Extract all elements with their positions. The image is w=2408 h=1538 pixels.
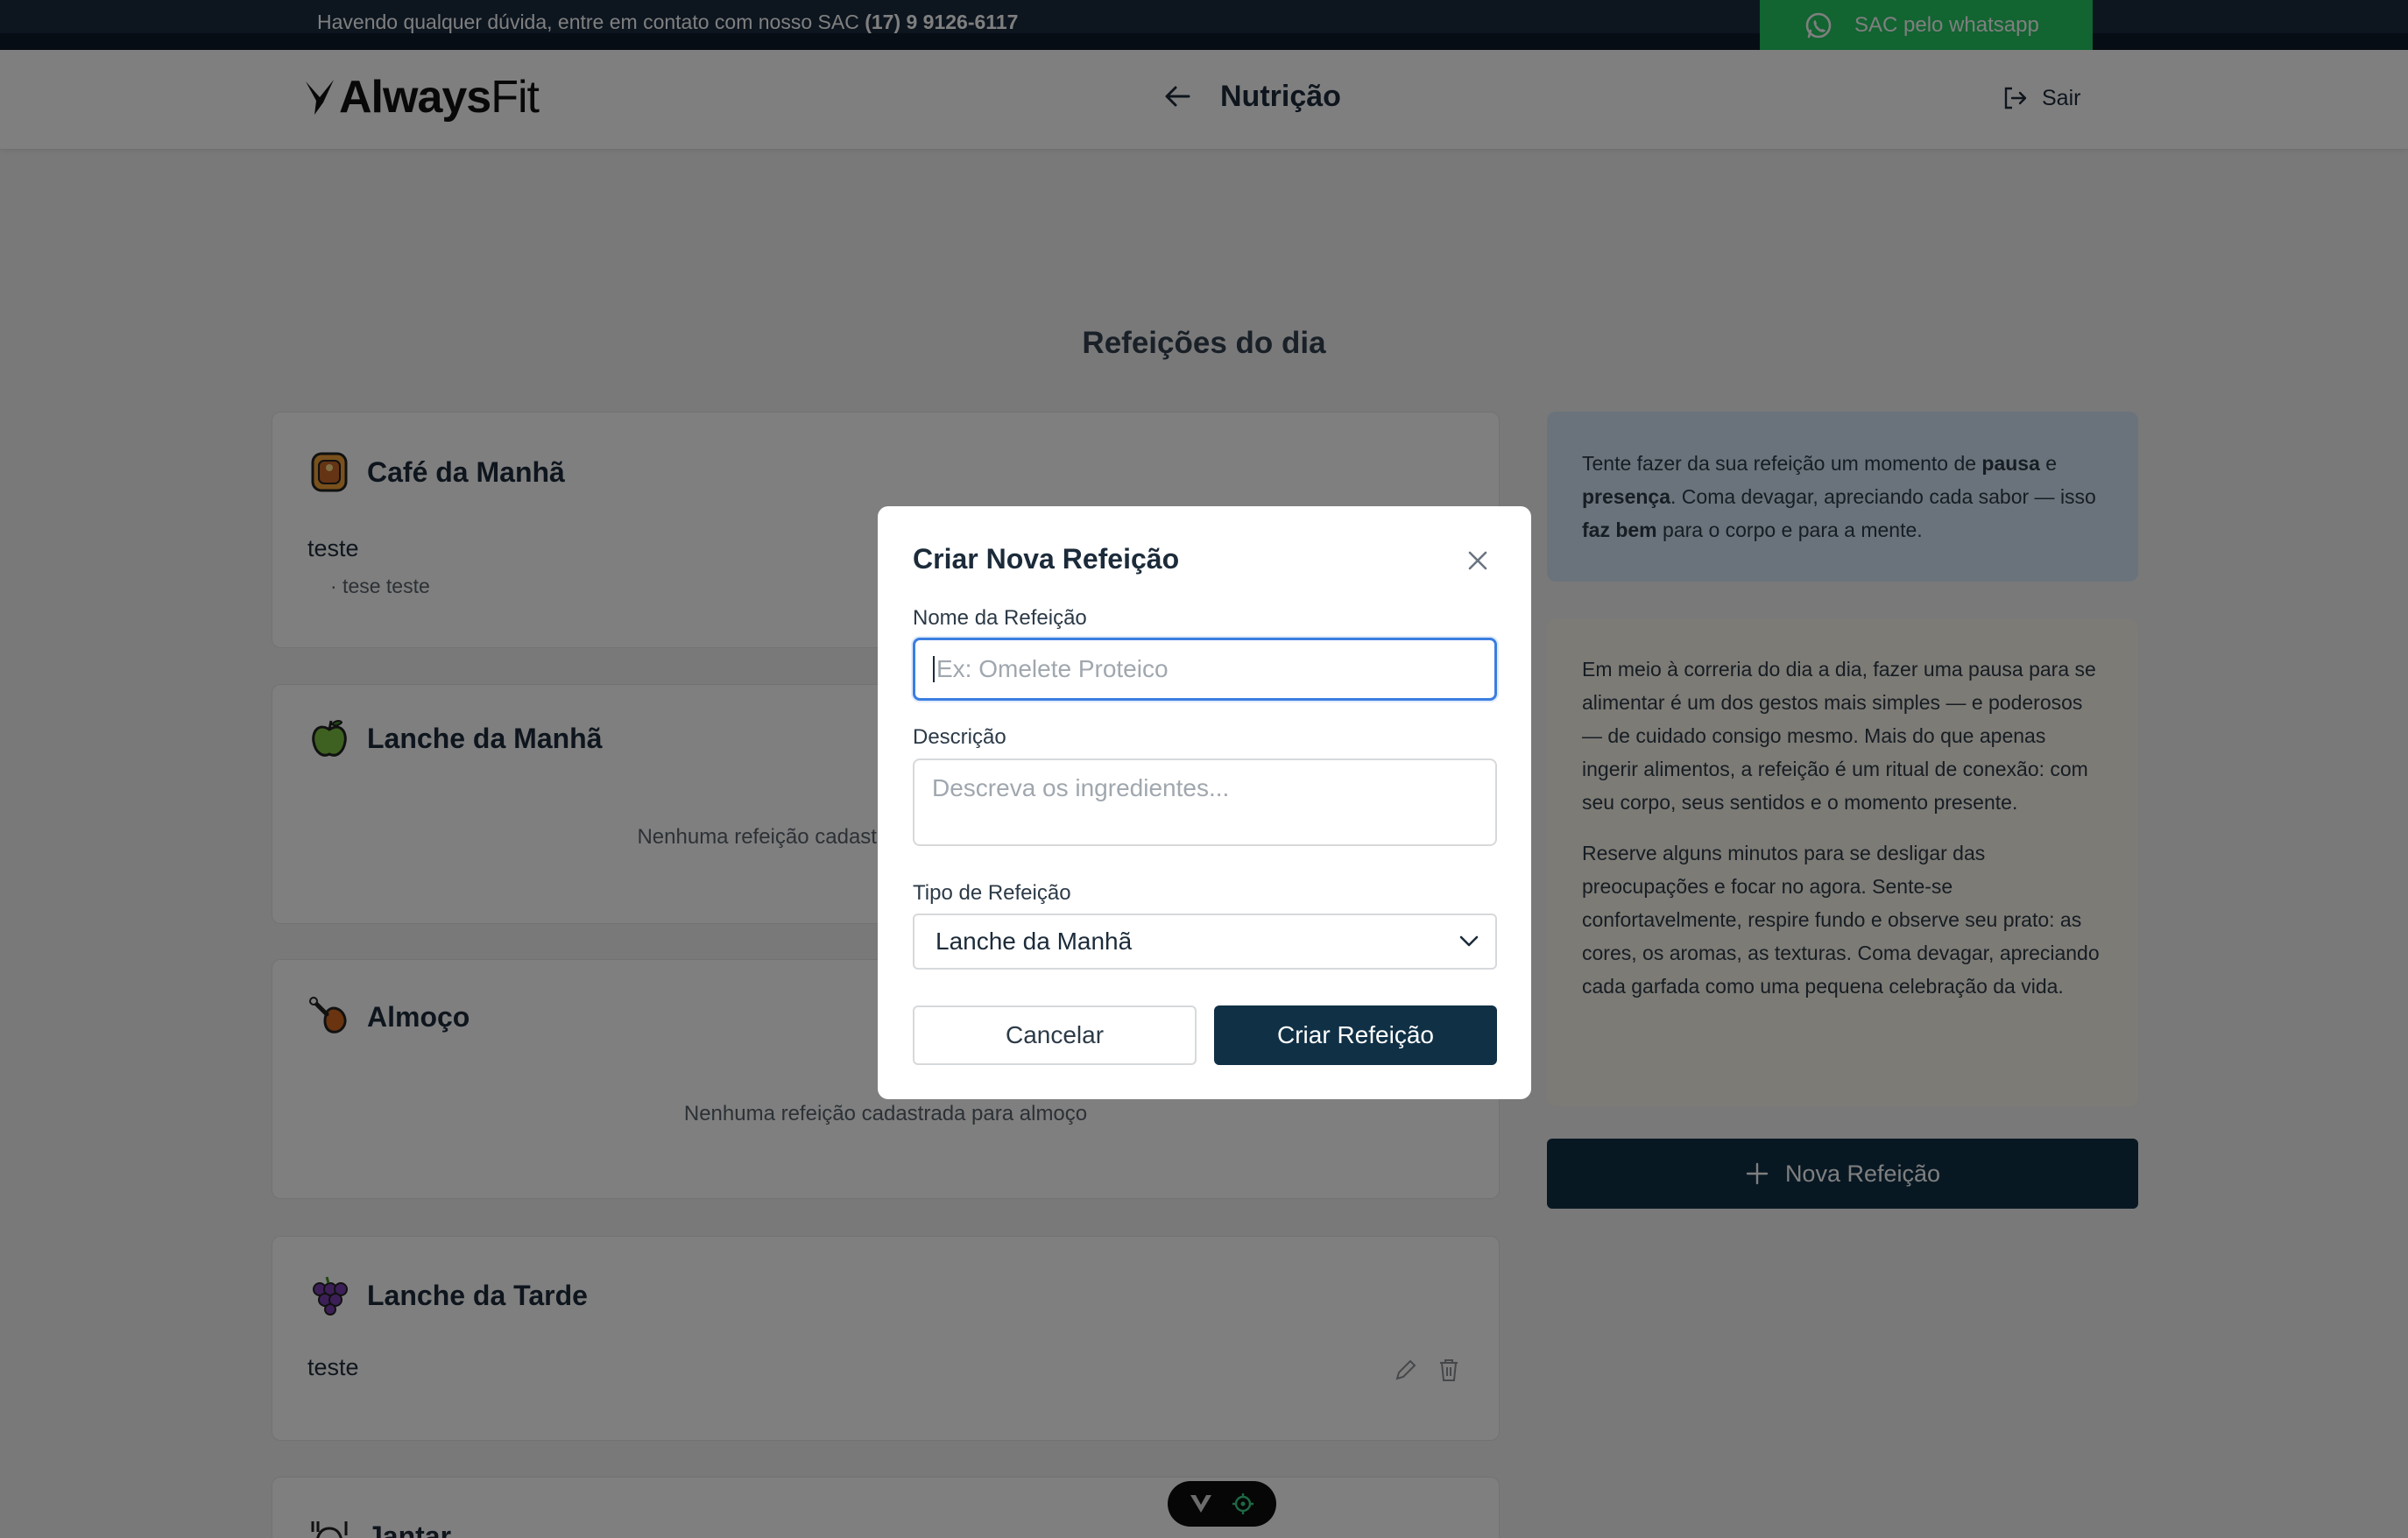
- description-textarea[interactable]: Descreva os ingredientes...: [913, 758, 1497, 846]
- create-meal-modal: Criar Nova Refeição Nome da Refeição Ex:…: [878, 506, 1531, 1099]
- close-icon[interactable]: [1463, 546, 1493, 575]
- meal-name-input[interactable]: Ex: Omelete Proteico: [913, 638, 1497, 701]
- chevron-down-icon: [1459, 935, 1479, 947]
- cancel-button[interactable]: Cancelar: [913, 1005, 1197, 1065]
- meal-name-placeholder: Ex: Omelete Proteico: [936, 655, 1169, 682]
- meal-name-label: Nome da Refeição: [913, 606, 1087, 630]
- meal-type-select[interactable]: Lanche da Manhã: [913, 914, 1497, 970]
- text-caret: [933, 656, 935, 682]
- modal-title: Criar Nova Refeição: [913, 543, 1180, 575]
- meal-type-value: Lanche da Manhã: [936, 928, 1133, 955]
- meal-type-label: Tipo de Refeição: [913, 881, 1071, 905]
- description-placeholder: Descreva os ingredientes...: [932, 774, 1230, 801]
- create-meal-button[interactable]: Criar Refeição: [1214, 1005, 1497, 1065]
- description-label: Descrição: [913, 725, 1006, 749]
